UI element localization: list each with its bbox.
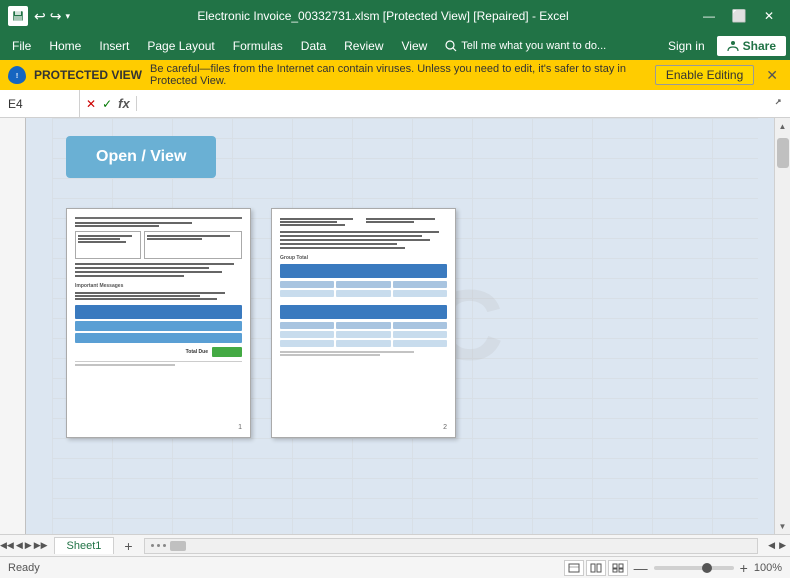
zoom-plus[interactable]: + — [740, 560, 748, 576]
window-controls: — ⬜ ✕ — [696, 6, 782, 26]
undo-button[interactable]: ↩ — [34, 8, 46, 25]
horizontal-scrollbar[interactable] — [144, 538, 758, 554]
zoom-minus[interactable]: — — [634, 560, 648, 576]
important-messages: Important Messages — [75, 283, 242, 289]
doc2-blue-bar-1 — [280, 264, 447, 278]
protected-view-label: PROTECTED VIEW — [34, 68, 142, 82]
sheet-content: Open / View — [26, 118, 774, 456]
doc-total: Total Due — [75, 347, 242, 357]
doc-footer-divider — [75, 361, 242, 362]
scroll-right-arrow[interactable]: ▶ — [779, 540, 786, 551]
vertical-scrollbar[interactable]: ▲ ▼ — [774, 118, 790, 534]
menu-formulas[interactable]: Formulas — [225, 36, 291, 56]
close-button[interactable]: ✕ — [756, 6, 782, 26]
menu-right: Sign in Share — [660, 36, 786, 56]
scroll-arrows-right: ◀ ▶ — [764, 540, 790, 551]
document-preview-1: Important Messages Total Due — [66, 208, 251, 438]
menu-review[interactable]: Review — [336, 36, 391, 56]
doc2-top — [280, 217, 447, 227]
formula-bar-expand[interactable] — [766, 96, 790, 111]
undo-redo-group: ↩ ↪ ▾ — [34, 8, 70, 25]
svg-text:!: ! — [16, 73, 18, 80]
sheet-tab-bar: ◀◀ ◀ ▶ ▶▶ Sheet1 + ◀ ▶ — [0, 534, 790, 556]
sheet-tab-1[interactable]: Sheet1 — [54, 537, 115, 554]
doc2-data-rows-2 — [280, 290, 447, 297]
page-layout-view-button[interactable] — [586, 560, 606, 576]
menu-home[interactable]: Home — [41, 36, 89, 56]
page-break-view-button[interactable] — [608, 560, 628, 576]
doc-blue-section — [75, 305, 242, 343]
share-button[interactable]: Share — [717, 36, 786, 56]
spreadsheet-area: GTC Open / View — [0, 118, 790, 534]
scroll-up-arrow[interactable]: ▲ — [775, 118, 790, 134]
share-label: Share — [743, 39, 776, 53]
doc-line — [75, 217, 242, 219]
title-controls-left: ↩ ↪ ▾ — [8, 6, 70, 26]
h-scroll-thumb[interactable] — [170, 541, 186, 551]
formula-icons: ✕ ✓ fx — [80, 96, 137, 111]
cell-reference-box[interactable]: E4 — [0, 90, 80, 117]
nav-last[interactable]: ▶▶ — [34, 540, 48, 551]
minimize-button[interactable]: — — [696, 6, 722, 26]
status-right-group: — + 100% — [564, 560, 782, 576]
sheet-nav-arrows[interactable]: ◀◀ ◀ ▶ ▶▶ — [0, 540, 48, 551]
nav-prev[interactable]: ◀ — [16, 540, 23, 551]
document-previews: Important Messages Total Due — [66, 208, 456, 438]
title-bar: ↩ ↪ ▾ Electronic Invoice_00332731.xlsm [… — [0, 0, 790, 32]
doc2-bottom-section — [280, 305, 447, 347]
add-sheet-button[interactable]: + — [118, 537, 138, 555]
menu-data[interactable]: Data — [293, 36, 334, 56]
doc2-group-header: Group Total — [280, 255, 447, 261]
protected-view-text: Be careful—files from the Internet can c… — [150, 63, 647, 87]
shield-icon: ! — [8, 66, 26, 84]
zoom-slider[interactable] — [654, 566, 734, 570]
menu-view[interactable]: View — [394, 36, 436, 56]
tell-me-label: Tell me what you want to do... — [461, 40, 606, 52]
menu-bar: File Home Insert Page Layout Formulas Da… — [0, 32, 790, 60]
save-icon[interactable] — [8, 6, 28, 26]
normal-view-button[interactable] — [564, 560, 584, 576]
redo-button[interactable]: ↪ — [50, 8, 62, 25]
window-title: Electronic Invoice_00332731.xlsm [Protec… — [70, 9, 696, 23]
confirm-formula-icon[interactable]: ✓ — [102, 97, 112, 111]
cancel-formula-icon[interactable]: ✕ — [86, 97, 96, 111]
scroll-thumb[interactable] — [777, 138, 789, 168]
view-buttons — [564, 560, 628, 576]
page-number-1: 1 — [238, 424, 242, 431]
protected-view-bar: ! PROTECTED VIEW Be careful—files from t… — [0, 60, 790, 90]
zoom-level: 100% — [754, 562, 782, 574]
close-protected-bar-button[interactable]: ✕ — [762, 67, 782, 84]
maximize-button[interactable]: ⬜ — [726, 6, 752, 26]
status-ready: Ready — [8, 562, 40, 574]
sheet-grid[interactable]: GTC Open / View — [26, 118, 774, 534]
tell-me-field[interactable]: Tell me what you want to do... — [437, 37, 614, 55]
menu-file[interactable]: File — [4, 36, 39, 56]
status-bar: Ready — + 100% — [0, 556, 790, 578]
row-numbers — [0, 118, 26, 534]
nav-first[interactable]: ◀◀ — [0, 540, 14, 551]
formula-bar: E4 ✕ ✓ fx — [0, 90, 790, 118]
enable-editing-button[interactable]: Enable Editing — [655, 65, 754, 85]
page-number-2: 2 — [443, 424, 447, 431]
zoom-thumb[interactable] — [702, 563, 712, 573]
fx-icon[interactable]: fx — [118, 96, 130, 111]
sign-in-button[interactable]: Sign in — [660, 36, 713, 56]
menu-insert[interactable]: Insert — [91, 36, 137, 56]
document-preview-2: Group Total — [271, 208, 456, 438]
open-view-button[interactable]: Open / View — [66, 136, 216, 178]
doc-top-row — [75, 231, 242, 259]
scroll-indicator — [147, 544, 170, 547]
scroll-left-arrow[interactable]: ◀ — [768, 540, 775, 551]
doc2-data-rows — [280, 281, 447, 288]
doc-header-text — [75, 222, 242, 227]
scroll-down-arrow[interactable]: ▼ — [775, 518, 790, 534]
nav-next[interactable]: ▶ — [25, 540, 32, 551]
menu-page-layout[interactable]: Page Layout — [139, 36, 222, 56]
